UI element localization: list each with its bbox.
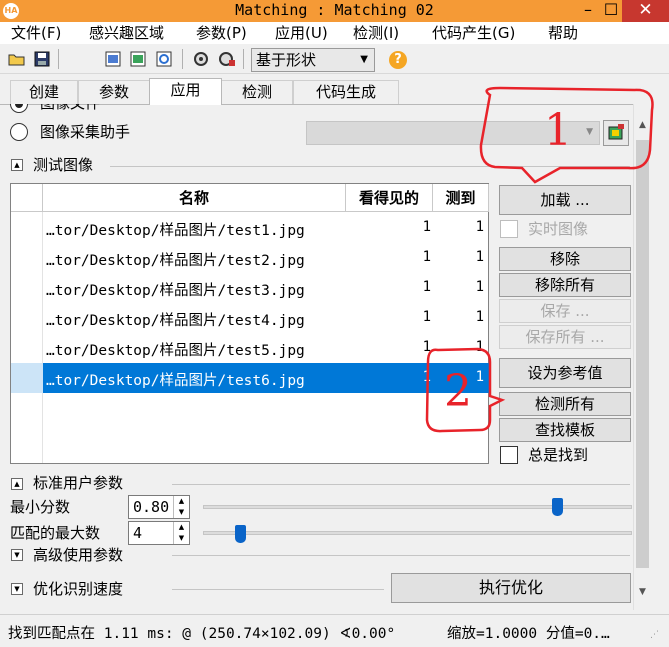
annotation-number-2: 2 (444, 366, 472, 417)
annotation-number-1: 1 (544, 105, 572, 156)
annotation-overlay (425, 86, 654, 433)
